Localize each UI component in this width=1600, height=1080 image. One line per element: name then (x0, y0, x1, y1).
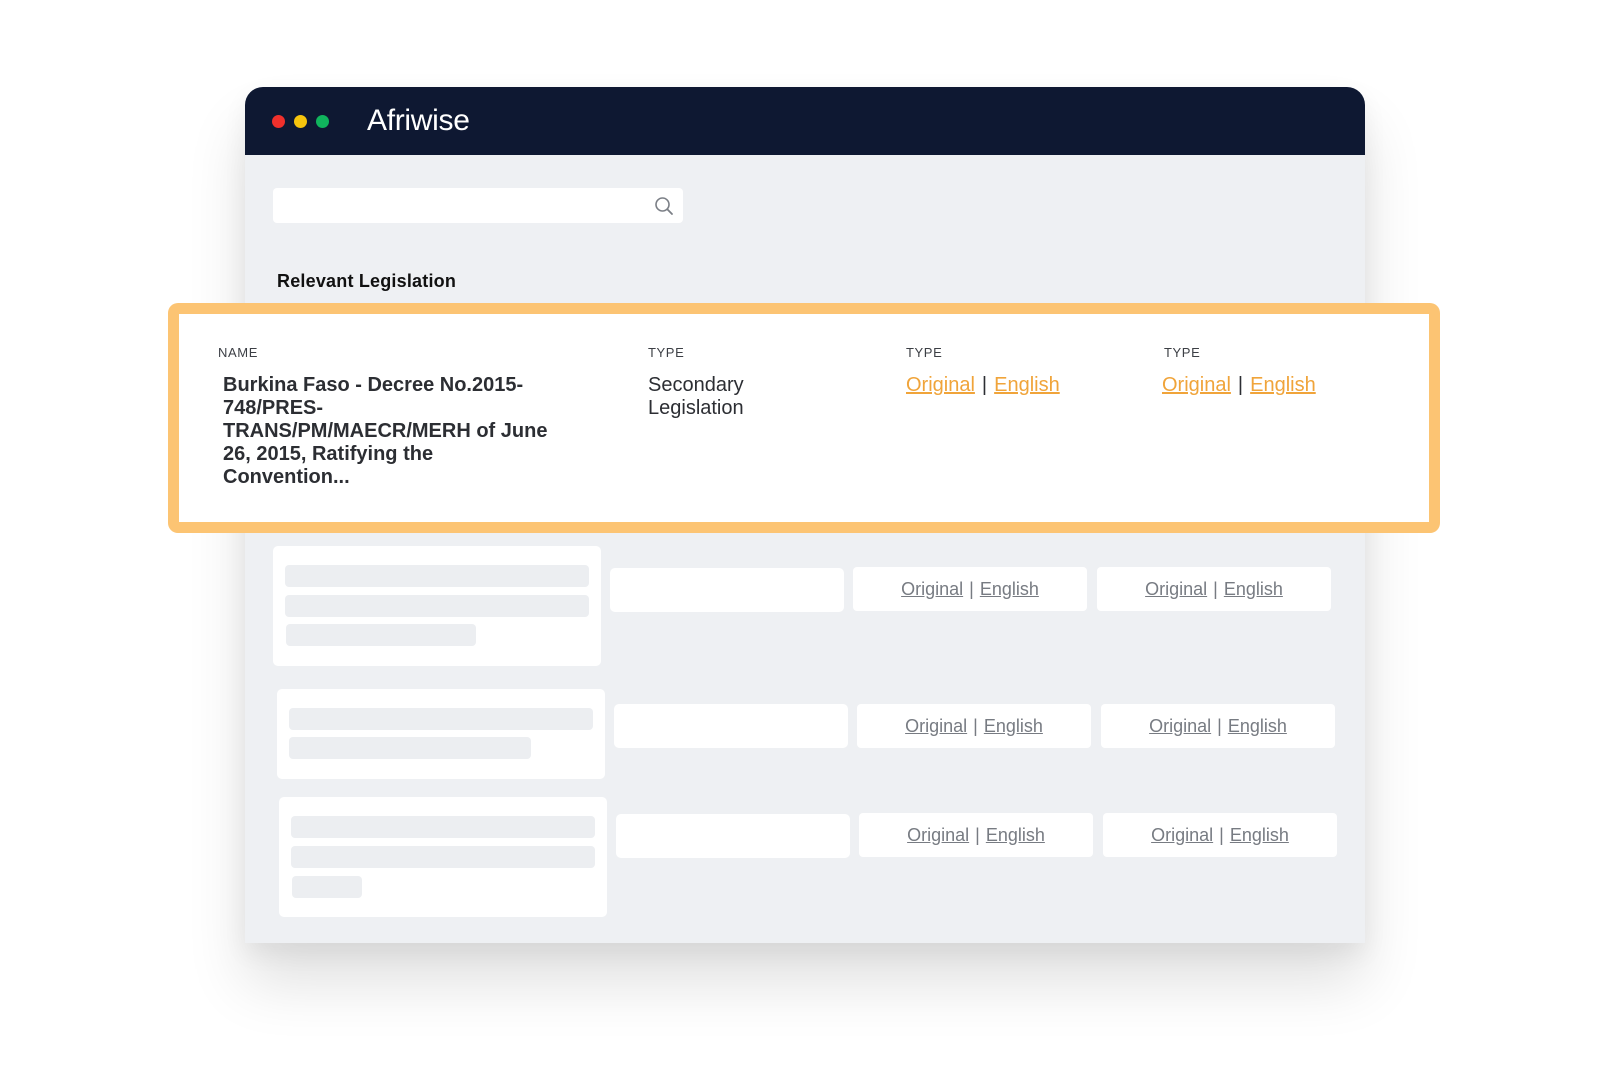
row-name-placeholder (277, 689, 605, 779)
skeleton-line (285, 565, 589, 587)
title-bar: Afriwise (245, 87, 1365, 155)
maximize-window-dot[interactable] (316, 115, 329, 128)
english-link[interactable]: English (994, 374, 1060, 396)
close-window-dot[interactable] (272, 115, 285, 128)
legislation-name-link[interactable]: Burkina Faso - Decree No.2015-748/PRES-T… (223, 374, 563, 489)
document-links: Original | English (906, 374, 1060, 397)
column-header-name: NAME (218, 345, 258, 360)
row-type-placeholder (610, 568, 844, 612)
original-link[interactable]: Original (907, 825, 969, 846)
skeleton-line (292, 876, 362, 898)
english-link[interactable]: English (1228, 716, 1287, 737)
original-link[interactable]: Original (1149, 716, 1211, 737)
original-link[interactable]: Original (1151, 825, 1213, 846)
link-separator: | (969, 578, 974, 599)
english-link[interactable]: English (984, 716, 1043, 737)
original-link[interactable]: Original (906, 374, 975, 396)
column-header-type: TYPE (1164, 345, 1201, 360)
row-links-cell: Original | English (1103, 813, 1337, 857)
row-links-cell: Original | English (1097, 567, 1331, 611)
brand-logo[interactable]: Afriwise (367, 101, 470, 141)
highlighted-legislation-row[interactable]: NAME TYPE TYPE TYPE Burkina Faso - Decre… (168, 303, 1440, 533)
column-header-type: TYPE (906, 345, 943, 360)
link-separator: | (1219, 824, 1224, 845)
english-link[interactable]: English (1250, 374, 1316, 396)
link-separator: | (975, 824, 980, 845)
skeleton-line (291, 816, 595, 838)
skeleton-line (291, 846, 595, 868)
original-link[interactable]: Original (905, 716, 967, 737)
search-icon[interactable] (653, 195, 675, 217)
link-separator: | (1217, 715, 1222, 736)
document-links: Original | English (1162, 374, 1316, 397)
row-links-cell: Original | English (859, 813, 1093, 857)
minimize-window-dot[interactable] (294, 115, 307, 128)
link-separator: | (973, 715, 978, 736)
skeleton-line (289, 708, 593, 730)
section-title: Relevant Legislation (277, 271, 457, 291)
column-header-type: TYPE (648, 345, 685, 360)
skeleton-line (289, 737, 531, 759)
original-link[interactable]: Original (901, 579, 963, 600)
link-separator: | (981, 374, 988, 396)
legislation-type: Secondary Legislation (648, 374, 744, 419)
link-separator: | (1237, 374, 1244, 396)
row-name-placeholder (273, 546, 601, 666)
english-link[interactable]: English (980, 579, 1039, 600)
english-link[interactable]: English (1224, 579, 1283, 600)
english-link[interactable]: English (1230, 825, 1289, 846)
english-link[interactable]: English (986, 825, 1045, 846)
original-link[interactable]: Original (1145, 579, 1207, 600)
skeleton-line (286, 624, 476, 646)
row-type-placeholder (614, 704, 848, 748)
link-separator: | (1213, 578, 1218, 599)
search-box (273, 188, 683, 223)
search-input[interactable] (273, 188, 657, 223)
row-links-cell: Original | English (1101, 704, 1335, 748)
skeleton-line (285, 595, 589, 617)
row-name-placeholder (279, 797, 607, 917)
row-type-placeholder (616, 814, 850, 858)
original-link[interactable]: Original (1162, 374, 1231, 396)
row-links-cell: Original | English (853, 567, 1087, 611)
row-links-cell: Original | English (857, 704, 1091, 748)
